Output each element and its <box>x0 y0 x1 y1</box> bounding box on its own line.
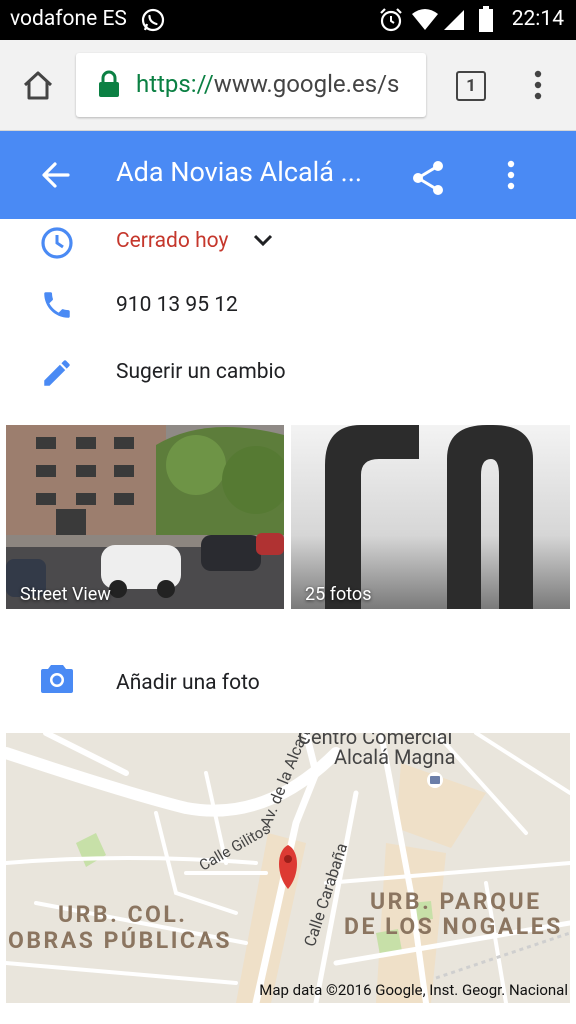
share-icon[interactable] <box>411 160 445 200</box>
phone-icon <box>40 288 74 326</box>
phone-row[interactable]: 910 13 95 12 <box>0 282 576 330</box>
street-view-image <box>6 425 284 609</box>
add-photo-row[interactable]: Añadir una foto <box>0 658 576 706</box>
street-view-tile[interactable]: Street View <box>6 425 284 609</box>
map-label-nogales: DE LOS NOGALES <box>344 913 563 940</box>
home-icon[interactable] <box>22 69 54 105</box>
suggest-edit-label: Sugerir un cambio <box>116 360 286 384</box>
wifi-icon <box>411 8 439 36</box>
hours-status: Cerrado hoy <box>116 229 229 253</box>
suggest-edit-row[interactable]: Sugerir un cambio <box>0 348 576 396</box>
map-label-obras-publicas: OBRAS PÚBLICAS <box>8 927 233 954</box>
overflow-menu-icon[interactable] <box>505 160 517 194</box>
photos-count-label: 25 fotos <box>305 584 372 605</box>
url-bar[interactable]: https://www.google.es/s <box>76 53 426 117</box>
tab-switcher-button[interactable]: 1 <box>456 71 486 101</box>
alarm-icon <box>378 7 404 37</box>
carrier-name: vodafone ES <box>10 7 127 31</box>
photos-tile[interactable]: 25 fotos <box>291 425 570 609</box>
status-bar: vodafone ES 22:14 <box>0 0 576 40</box>
map-copyright: Map data ©2016 Google, Inst. Geogr. Naci… <box>259 981 568 999</box>
url-text: https://www.google.es/s <box>136 70 399 98</box>
map-preview[interactable]: Centro Comercial Alcalá Magna Av. de la … <box>6 733 570 1003</box>
phone-number: 910 13 95 12 <box>116 293 238 317</box>
clock-time: 22:14 <box>511 7 564 31</box>
clock-icon <box>40 226 74 264</box>
chevron-down-icon[interactable] <box>252 233 274 253</box>
map-label-urb-col: URB. COL. <box>58 901 188 928</box>
place-title: Ada Novias Alcalá ... <box>116 156 362 188</box>
hours-row[interactable]: Cerrado hoy <box>0 220 576 268</box>
url-path: www.google.es/s <box>213 70 400 98</box>
url-scheme: https:// <box>136 70 214 98</box>
place-app-bar: Ada Novias Alcalá ... <box>0 131 576 219</box>
add-photo-label: Añadir una foto <box>116 671 260 695</box>
browser-toolbar: https://www.google.es/s 1 <box>0 40 576 131</box>
battery-icon <box>479 6 493 36</box>
street-view-label: Street View <box>20 584 111 605</box>
pencil-icon <box>40 356 74 394</box>
camera-icon <box>40 662 74 700</box>
browser-menu-icon[interactable] <box>532 70 544 104</box>
back-arrow-icon[interactable] <box>40 159 72 195</box>
photos-image <box>291 425 570 609</box>
map-label-alcala-magna: Alcalá Magna <box>334 745 456 769</box>
map-label-urb-parque: URB. PARQUE <box>370 888 542 915</box>
lock-icon <box>98 70 120 102</box>
signal-icon <box>442 8 466 36</box>
whatsapp-icon <box>140 7 166 37</box>
